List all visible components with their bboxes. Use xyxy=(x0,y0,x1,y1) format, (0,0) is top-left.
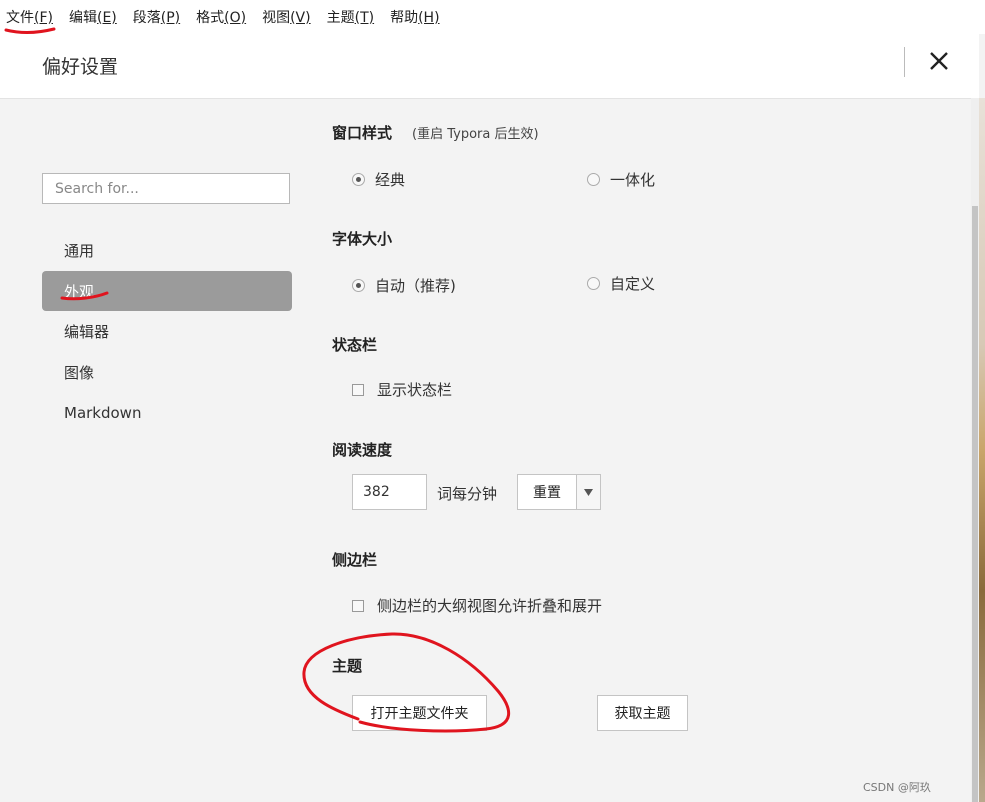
checkbox-unchecked-icon xyxy=(352,599,364,612)
preferences-header: 偏好设置 xyxy=(0,34,979,99)
theme-heading: 主题 xyxy=(332,657,363,675)
reset-button[interactable]: 重置 xyxy=(517,474,577,510)
close-icon xyxy=(930,52,948,70)
menu-bar: 文件(F) 编辑(E) 段落(P) 格式(O) 视图(V) 主题(T) 帮助(H… xyxy=(0,0,985,34)
menu-help[interactable]: 帮助(H) xyxy=(390,7,439,27)
window-style-note: (重启 Typora 后生效) xyxy=(412,127,539,142)
window-style-unified-radio[interactable]: 一体化 xyxy=(587,169,655,190)
close-button[interactable] xyxy=(924,46,954,76)
font-size-custom-radio[interactable]: 自定义 xyxy=(587,273,655,294)
get-themes-button[interactable]: 获取主题 xyxy=(597,695,688,731)
search-input[interactable] xyxy=(42,173,290,204)
font-size-heading: 字体大小 xyxy=(332,230,393,248)
outline-collapse-checkbox[interactable]: 侧边栏的大纲视图允许折叠和展开 xyxy=(352,595,602,616)
sidebar-heading: 侧边栏 xyxy=(332,551,378,569)
background-window-strip xyxy=(979,98,985,802)
radio-checked-icon xyxy=(352,279,365,292)
checkbox-unchecked-icon xyxy=(352,383,364,396)
show-status-bar-checkbox[interactable]: 显示状态栏 xyxy=(352,379,452,400)
menu-edit[interactable]: 编辑(E) xyxy=(69,7,117,27)
font-size-auto-radio[interactable]: 自动（推荐) xyxy=(352,275,456,296)
header-divider xyxy=(904,47,905,77)
menu-file[interactable]: 文件(F) xyxy=(6,7,53,27)
reading-speed-heading: 阅读速度 xyxy=(332,441,393,459)
sidebar-item-markdown[interactable]: Markdown xyxy=(42,393,292,433)
reading-speed-unit: 词每分钟 xyxy=(437,485,498,503)
window-style-heading: 窗口样式 (重启 Typora 后生效) xyxy=(332,124,539,142)
radio-unchecked-icon xyxy=(587,173,600,186)
menu-theme[interactable]: 主题(T) xyxy=(327,7,374,27)
menu-paragraph[interactable]: 段落(P) xyxy=(133,7,180,27)
sidebar-item-image[interactable]: 图像 xyxy=(42,352,292,392)
window-style-classic-radio[interactable]: 经典 xyxy=(352,169,405,190)
page-title: 偏好设置 xyxy=(42,56,119,78)
scrollbar-thumb[interactable] xyxy=(972,206,978,802)
open-theme-folder-button[interactable]: 打开主题文件夹 xyxy=(352,695,487,731)
status-bar-heading: 状态栏 xyxy=(332,336,378,354)
radio-unchecked-icon xyxy=(587,277,600,290)
triangle-down-icon xyxy=(584,488,593,496)
sidebar-item-appearance[interactable]: 外观 xyxy=(42,271,292,311)
reading-speed-input[interactable] xyxy=(352,474,427,510)
reset-dropdown-button[interactable] xyxy=(576,474,601,510)
watermark: CSDN @阿玖 xyxy=(863,781,931,794)
menu-view[interactable]: 视图(V) xyxy=(262,7,311,27)
sidebar-item-editor[interactable]: 编辑器 xyxy=(42,311,292,351)
radio-checked-icon xyxy=(352,173,365,186)
menu-format[interactable]: 格式(O) xyxy=(196,7,246,27)
sidebar-item-general[interactable]: 通用 xyxy=(42,230,292,270)
